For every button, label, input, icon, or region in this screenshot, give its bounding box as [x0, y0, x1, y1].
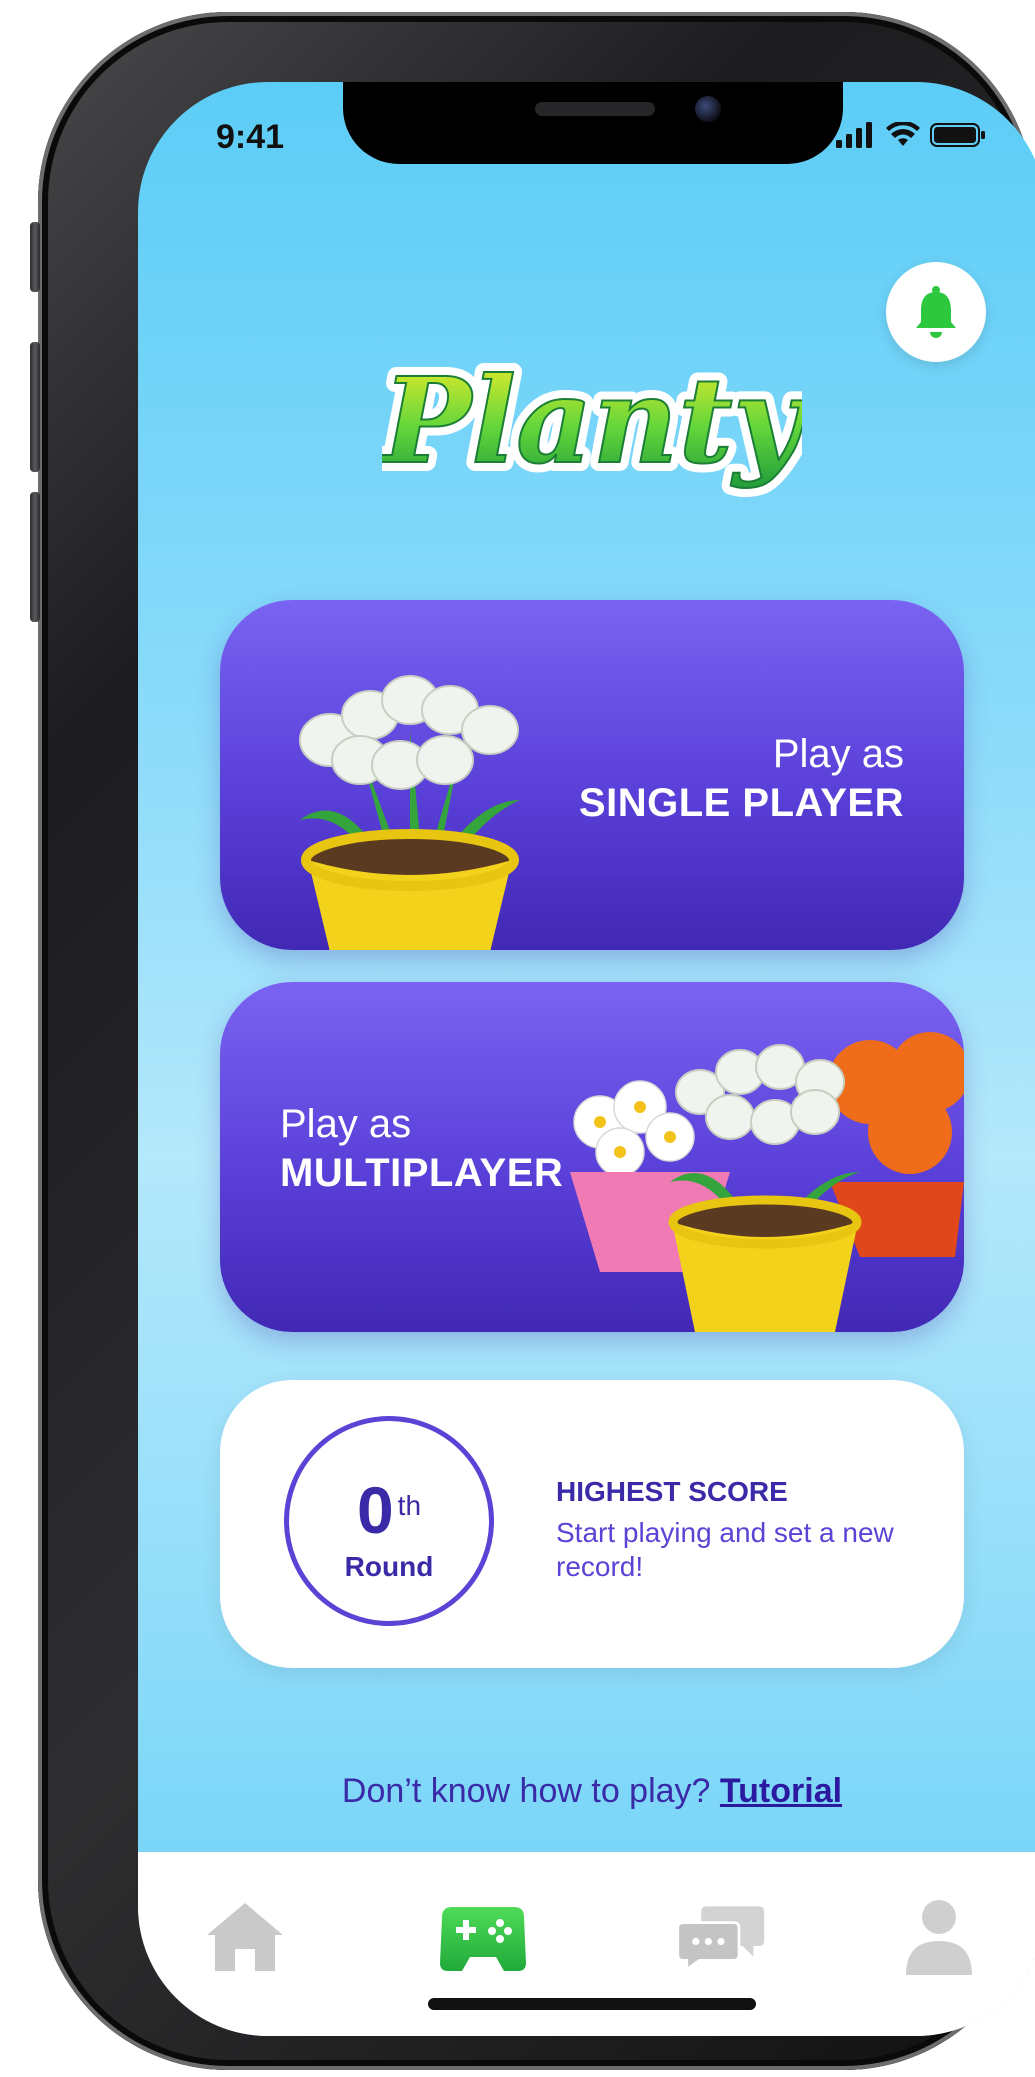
- tutorial-prompt: Don’t know how to play? Tutorial: [138, 1772, 1035, 1811]
- status-indicators: [836, 122, 986, 148]
- speaker: [535, 102, 655, 116]
- app-screen: 9:41 Planty Planty Play as SINGLE PLAYER…: [138, 82, 1035, 2036]
- chat-icon: [676, 1906, 765, 1973]
- multiplayer-card[interactable]: Play as MULTIPLAYER: [220, 982, 964, 1332]
- single-player-sub-label: Play as: [772, 732, 904, 776]
- tab-game[interactable]: [438, 1892, 528, 1982]
- home-icon: [207, 1903, 283, 1971]
- highest-score-card: 0th Round HIGHEST SCORE Start playing an…: [220, 1380, 964, 1668]
- tutorial-link[interactable]: Tutorial: [720, 1772, 842, 1810]
- status-time: 9:41: [216, 118, 285, 156]
- volume-up-button: [30, 342, 40, 472]
- profile-icon: [906, 1900, 972, 1975]
- logo-text: Planty: [382, 352, 802, 490]
- volume-down-button: [30, 492, 40, 622]
- tab-chat[interactable]: [676, 1892, 766, 1982]
- notifications-button[interactable]: [886, 262, 986, 362]
- highest-score-title: HIGHEST SCORE: [556, 1476, 788, 1507]
- multiplayer-main-label: MULTIPLAYER: [280, 1151, 564, 1195]
- three-pots-illustration: [570, 1032, 964, 1332]
- tab-profile[interactable]: [894, 1892, 984, 1982]
- round-badge: 0th Round: [284, 1416, 494, 1626]
- multiplayer-sub-label: Play as: [280, 1102, 412, 1146]
- phone-frame: 9:41 Planty Planty Play as SINGLE PLAYER…: [30, 12, 1035, 2070]
- round-number: 0th: [356, 1473, 422, 1547]
- camera: [695, 96, 721, 122]
- single-player-card[interactable]: Play as SINGLE PLAYER: [220, 600, 964, 950]
- signal-icon: [836, 122, 872, 148]
- round-suffix: th: [397, 1490, 422, 1521]
- app-logo: Planty Planty: [138, 342, 1035, 526]
- mute-switch: [30, 222, 40, 292]
- tutorial-prompt-text: Don’t know how to play?: [341, 1772, 711, 1810]
- bell-icon: [916, 286, 956, 338]
- single-player-main-label: SINGLE PLAYER: [578, 781, 904, 825]
- wifi-icon: [886, 122, 920, 146]
- gamepad-icon: [440, 1907, 526, 1971]
- round-label: Round: [344, 1551, 434, 1582]
- highest-score-description: Start playing and set a new record!: [556, 1517, 894, 1582]
- battery-icon: [930, 123, 985, 147]
- home-indicator: [428, 1998, 756, 2010]
- notch: [343, 82, 843, 164]
- tulip-pot-illustration: [299, 675, 520, 950]
- tab-home[interactable]: [200, 1892, 290, 1982]
